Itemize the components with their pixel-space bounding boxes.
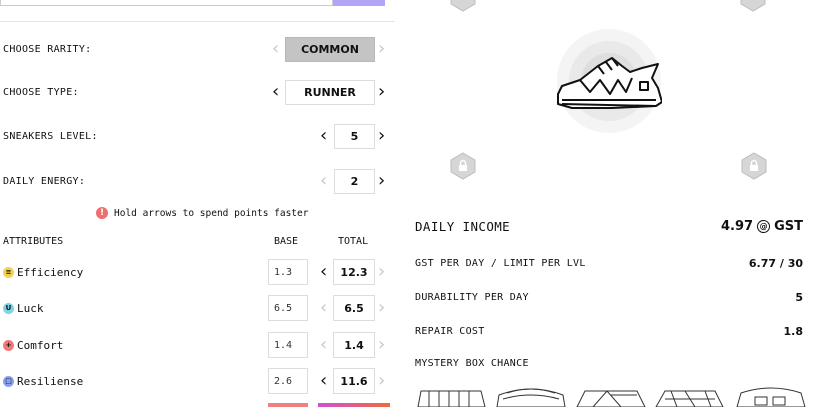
gst-per-day-label: GST PER DAY / LIMIT PER LVL: [415, 258, 586, 269]
efficiency-icon: ≡: [3, 266, 14, 278]
hint-message: ! Hold arrows to spend points faster: [96, 207, 308, 219]
gem-slot-bottom-left[interactable]: [449, 152, 477, 180]
repair-cost-label: REPAIR COST: [415, 326, 485, 337]
daily-income-unit: GST: [774, 219, 803, 234]
attribute-decrease-arrow[interactable]: ‹: [320, 263, 327, 281]
mystery-box-list: [417, 387, 806, 407]
rarity-next-arrow[interactable]: ›: [378, 40, 385, 58]
gem-slot-bottom-right[interactable]: [740, 152, 768, 180]
mystery-box-3-icon: [576, 390, 646, 407]
search-input[interactable]: [0, 0, 333, 6]
attribute-base-value: 1.4: [268, 332, 308, 358]
mystery-box-5-icon: [736, 387, 806, 407]
attribute-base-value: 1.3: [268, 259, 308, 285]
daily-income-value: 4.97: [721, 219, 754, 234]
attribute-total-value: 11.6: [333, 368, 375, 394]
rarity-label: CHOOSE RARITY:: [3, 44, 92, 55]
base-header: BASE: [274, 236, 299, 247]
durability-label: DURABILITY PER DAY: [415, 292, 529, 303]
energy-next-arrow[interactable]: ›: [378, 172, 385, 190]
durability-row: DURABILITY PER DAY 5: [415, 291, 803, 304]
attribute-decrease-arrow[interactable]: ‹: [320, 336, 327, 354]
energy-label: DAILY ENERGY:: [3, 176, 86, 187]
attribute-increase-arrow[interactable]: ›: [378, 372, 385, 390]
calculate-button[interactable]: [333, 0, 385, 6]
mystery-box-label: MYSTERY BOX CHANCE: [415, 358, 529, 369]
exclamation-icon: !: [96, 207, 108, 219]
daily-income-row: DAILY INCOME 4.97 @ GST: [415, 219, 803, 234]
attribute-base-value: 2.6: [268, 368, 308, 394]
gst-per-day-row: GST PER DAY / LIMIT PER LVL 6.77 / 30: [415, 257, 803, 270]
reset-button-edge[interactable]: [268, 403, 308, 407]
mystery-box-1-icon: [417, 390, 486, 407]
mystery-box-4-icon: [655, 390, 724, 407]
attribute-decrease-arrow[interactable]: ‹: [320, 299, 327, 317]
attribute-total-value: 12.3: [333, 259, 375, 285]
sneaker-image: [557, 29, 662, 133]
durability-value: 5: [795, 291, 803, 304]
divider: [0, 21, 395, 22]
level-value: 5: [334, 124, 375, 149]
level-next-arrow[interactable]: ›: [378, 127, 385, 145]
attribute-total-value: 1.4: [333, 332, 375, 358]
luck-icon: U: [3, 302, 14, 314]
gem-slot-top-left[interactable]: [449, 0, 477, 12]
attribute-row: □ Resiliense: [3, 368, 83, 394]
energy-prev-arrow[interactable]: ‹: [320, 172, 327, 190]
level-label: SNEAKERS LEVEL:: [3, 131, 98, 142]
repair-cost-value: 1.8: [783, 325, 804, 338]
gst-coin-icon: @: [757, 220, 771, 233]
attribute-name: Luck: [17, 301, 44, 315]
gst-per-day-value: 6.77 / 30: [748, 257, 803, 270]
repair-cost-row: REPAIR COST 1.8: [415, 325, 803, 338]
attributes-header: ATTRIBUTES: [3, 236, 64, 247]
mystery-box-2-icon: [496, 388, 566, 407]
rarity-prev-arrow[interactable]: ‹: [272, 40, 279, 58]
mystery-box-row: MYSTERY BOX CHANCE: [415, 358, 803, 369]
attribute-base-value: 6.5: [268, 295, 308, 321]
level-prev-arrow[interactable]: ‹: [320, 127, 327, 145]
energy-value: 2: [334, 169, 375, 194]
type-label: CHOOSE TYPE:: [3, 87, 79, 98]
attribute-name: Resiliense: [17, 374, 84, 388]
hint-text: Hold arrows to spend points faster: [114, 207, 309, 219]
daily-income-label: DAILY INCOME: [415, 219, 511, 234]
attribute-increase-arrow[interactable]: ›: [378, 263, 385, 281]
attribute-increase-arrow[interactable]: ›: [378, 299, 385, 317]
attribute-decrease-arrow[interactable]: ‹: [320, 372, 327, 390]
type-prev-arrow[interactable]: ‹: [272, 83, 279, 101]
attribute-row: ≡ Efficiency: [3, 259, 83, 285]
attribute-increase-arrow[interactable]: ›: [378, 336, 385, 354]
comfort-icon: +: [3, 339, 14, 351]
total-header: TOTAL: [338, 236, 369, 247]
rarity-value: COMMON: [285, 37, 375, 62]
mint-button-edge[interactable]: [318, 403, 390, 407]
daily-income-value-group: 4.97 @ GST: [721, 219, 803, 234]
attribute-total-value: 6.5: [333, 295, 375, 321]
resilience-icon: □: [3, 375, 14, 387]
gem-slot-top-right[interactable]: [739, 0, 767, 12]
type-value: RUNNER: [285, 80, 375, 105]
attribute-row: U Luck: [3, 295, 44, 321]
type-next-arrow[interactable]: ›: [378, 83, 385, 101]
attribute-row: + Comfort: [3, 332, 63, 358]
attribute-name: Efficiency: [17, 265, 84, 279]
attribute-name: Comfort: [17, 338, 64, 352]
